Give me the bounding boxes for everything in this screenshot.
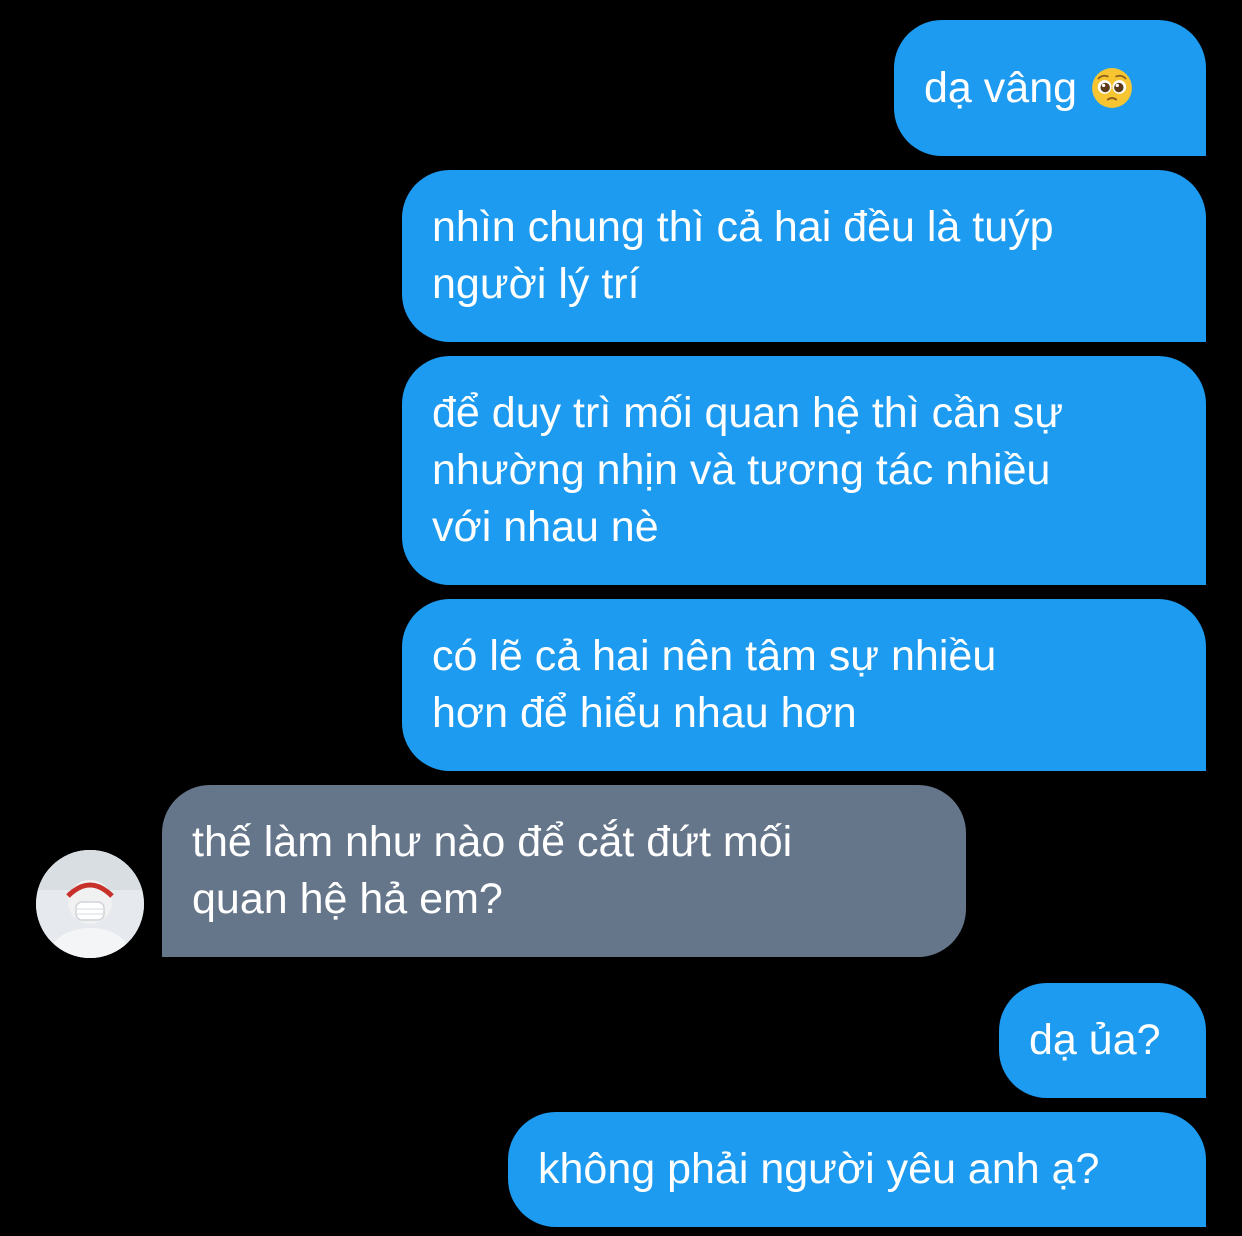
message-text: có lẽ cả hai nên tâm sự nhiều hơn để hiể…	[432, 632, 997, 737]
message-text: không phải người yêu anh ạ?	[538, 1145, 1100, 1193]
person-avatar-icon	[36, 850, 144, 958]
message-text: để duy trì mối quan hệ thì cần sự nhường…	[432, 389, 1064, 551]
pleading-face-emoji-icon	[1092, 68, 1132, 108]
contact-avatar[interactable]	[36, 850, 144, 958]
message-text: thế làm như nào để cắt đứt mối quan hệ h…	[192, 818, 793, 923]
message-text: nhìn chung thì cả hai đều là tuýp người …	[432, 203, 1054, 308]
message-bubble-outgoing[interactable]: có lẽ cả hai nên tâm sự nhiều hơn để hiể…	[402, 599, 1206, 771]
message-text: dạ vâng	[924, 63, 1078, 112]
message-text: dạ ủa?	[1029, 1016, 1161, 1064]
message-bubble-outgoing[interactable]: để duy trì mối quan hệ thì cần sự nhường…	[402, 356, 1206, 585]
message-bubble-outgoing[interactable]: nhìn chung thì cả hai đều là tuýp người …	[402, 170, 1206, 342]
message-bubble-outgoing[interactable]: không phải người yêu anh ạ?	[508, 1112, 1206, 1227]
message-bubble-outgoing[interactable]: dạ vâng	[894, 20, 1206, 156]
message-bubble-outgoing[interactable]: dạ ủa?	[999, 983, 1206, 1098]
message-bubble-incoming[interactable]: thế làm như nào để cắt đứt mối quan hệ h…	[162, 785, 966, 957]
